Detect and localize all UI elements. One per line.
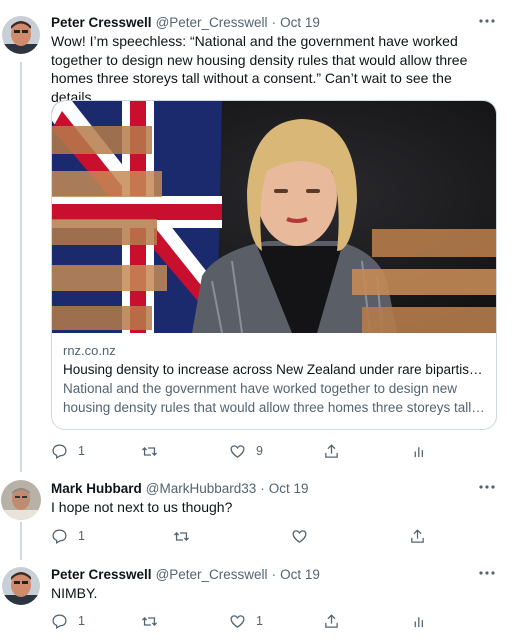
separator-dot: · xyxy=(260,481,265,496)
card-description-line: National and the government have worked … xyxy=(63,381,458,396)
more-icon[interactable] xyxy=(476,12,498,30)
retweet-button[interactable] xyxy=(141,441,168,461)
reply-button[interactable]: 1 xyxy=(51,526,85,546)
avatar[interactable] xyxy=(2,567,40,605)
tweet-text: Wow! I’m speechless: “National and the g… xyxy=(51,33,468,105)
like-button[interactable]: 9 xyxy=(229,441,263,461)
share-button[interactable] xyxy=(323,441,340,461)
separator-dot: · xyxy=(271,567,277,582)
author-handle[interactable]: @Peter_Cresswell xyxy=(156,14,268,31)
more-icon[interactable] xyxy=(476,478,498,496)
like-count: 1 xyxy=(256,614,263,628)
like-count: 9 xyxy=(256,444,263,458)
reply-icon xyxy=(51,528,68,545)
card-domain: rnz.co.nz xyxy=(63,343,116,358)
thread-line xyxy=(20,522,22,560)
like-button[interactable]: 1 xyxy=(229,611,263,631)
tweet-header: Mark Hubbard @MarkHubbard33 · Oct 19 xyxy=(51,480,498,497)
tweet-header: Peter Cresswell @Peter_Cresswell · Oct 1… xyxy=(51,566,498,583)
author-name[interactable]: Peter Cresswell xyxy=(51,14,152,31)
retweet-icon xyxy=(173,528,190,545)
retweet-button[interactable] xyxy=(141,611,168,631)
tweet-text: I hope not next to us though? xyxy=(51,499,233,515)
analytics-icon xyxy=(411,443,428,460)
timestamp[interactable]: Oct 19 xyxy=(280,14,320,31)
share-button[interactable] xyxy=(323,611,340,631)
link-card[interactable]: rnz.co.nz Housing density to increase ac… xyxy=(51,100,497,430)
more-icon[interactable] xyxy=(476,564,498,582)
tweet-actions: 1 9 xyxy=(51,441,471,461)
thread-line xyxy=(20,62,22,472)
card-description-line: housing density rules that would allow t… xyxy=(63,400,485,415)
timestamp[interactable]: Oct 19 xyxy=(280,566,320,583)
share-icon xyxy=(323,613,340,630)
heart-icon xyxy=(229,613,246,630)
timestamp[interactable]: Oct 19 xyxy=(269,480,309,497)
analytics-button[interactable] xyxy=(411,611,428,631)
tweet-actions: 1 1 xyxy=(51,611,471,631)
card-title: Housing density to increase across New Z… xyxy=(63,362,485,377)
author-handle[interactable]: @MarkHubbard33 xyxy=(146,480,257,497)
share-icon xyxy=(409,528,426,545)
heart-icon xyxy=(229,443,246,460)
reply-button[interactable]: 1 xyxy=(51,611,85,631)
analytics-button[interactable] xyxy=(411,441,428,461)
reply-icon xyxy=(51,443,68,460)
retweet-icon xyxy=(141,613,158,630)
reply-count: 1 xyxy=(78,614,85,628)
share-icon xyxy=(323,443,340,460)
reply-count: 1 xyxy=(78,529,85,543)
heart-icon xyxy=(291,528,308,545)
tweet-text: NIMBY. xyxy=(51,585,98,601)
like-button[interactable] xyxy=(291,526,318,546)
author-name[interactable]: Mark Hubbard xyxy=(51,480,142,497)
share-button[interactable] xyxy=(409,526,426,546)
analytics-icon xyxy=(411,613,428,630)
reply-icon xyxy=(51,613,68,630)
tweet-header: Peter Cresswell @Peter_Cresswell · Oct 1… xyxy=(51,14,498,31)
avatar[interactable] xyxy=(2,16,40,54)
card-image xyxy=(52,101,496,333)
avatar[interactable] xyxy=(1,480,41,520)
reply-button[interactable]: 1 xyxy=(51,441,85,461)
author-handle[interactable]: @Peter_Cresswell xyxy=(156,566,268,583)
reply-count: 1 xyxy=(78,444,85,458)
tweet-actions: 1 xyxy=(51,526,471,546)
retweet-icon xyxy=(141,443,158,460)
card-description: National and the government have worked … xyxy=(63,379,485,417)
retweet-button[interactable] xyxy=(173,526,200,546)
author-name[interactable]: Peter Cresswell xyxy=(51,566,152,583)
separator-dot: · xyxy=(271,15,277,30)
